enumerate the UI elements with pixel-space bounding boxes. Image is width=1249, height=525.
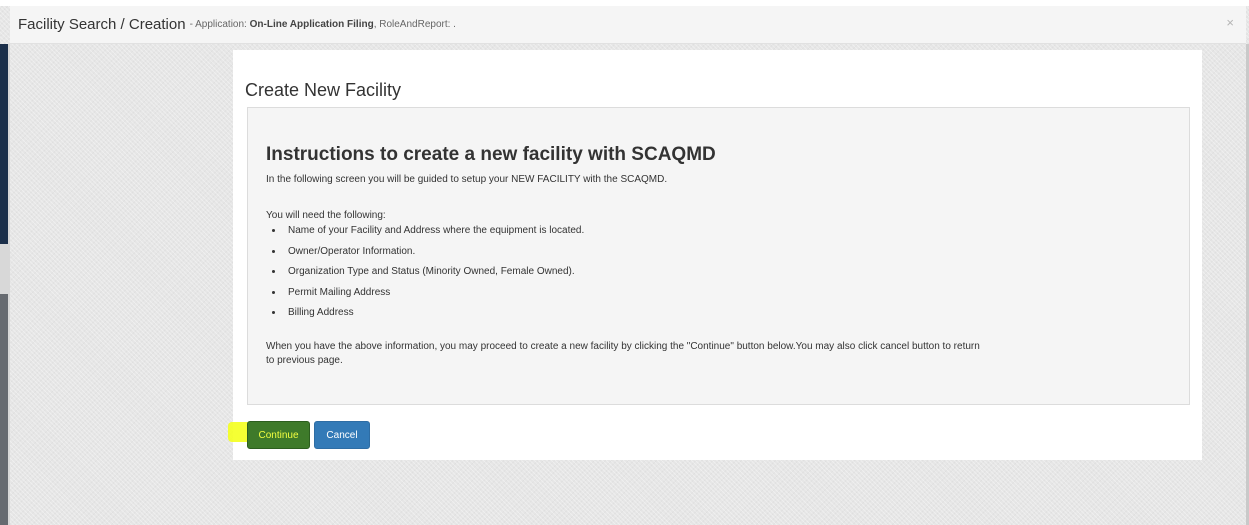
subtitle-prefix: - Application: [189, 19, 247, 30]
subtitle-suffix: , RoleAndReport: . [373, 19, 456, 30]
application-name: On-Line Application Filing [249, 19, 374, 30]
create-facility-panel: Create New Facility Instructions to crea… [233, 50, 1202, 460]
list-item: Billing Address [284, 306, 584, 327]
list-item: Organization Type and Status (Minority O… [284, 265, 584, 286]
continue-button[interactable]: Continue [247, 421, 310, 449]
background-nav-dark [0, 44, 8, 244]
background-nav-grey [0, 294, 8, 525]
modal-subtitle: - Application: On-Line Application Filin… [190, 19, 456, 30]
instructions-closing: When you have the above information, you… [266, 341, 980, 366]
cancel-button[interactable]: Cancel [314, 421, 370, 449]
list-item: Owner/Operator Information. [284, 245, 584, 266]
list-item: Permit Mailing Address [284, 286, 584, 307]
instructions-title: Instructions to create a new facility wi… [266, 144, 716, 165]
background-page-strip [0, 44, 10, 525]
needs-label: You will need the following: [266, 210, 386, 221]
close-icon[interactable]: × [1226, 16, 1234, 30]
list-item: Name of your Facility and Address where … [284, 224, 584, 245]
modal-header: Facility Search / Creation - Application… [10, 6, 1246, 44]
requirements-list: Name of your Facility and Address where … [266, 224, 584, 327]
modal-title: Facility Search / Creation [18, 16, 186, 33]
instructions-intro: In the following screen you will be guid… [266, 174, 668, 185]
panel-heading: Create New Facility [245, 80, 402, 100]
instructions-well: Instructions to create a new facility wi… [247, 107, 1190, 405]
